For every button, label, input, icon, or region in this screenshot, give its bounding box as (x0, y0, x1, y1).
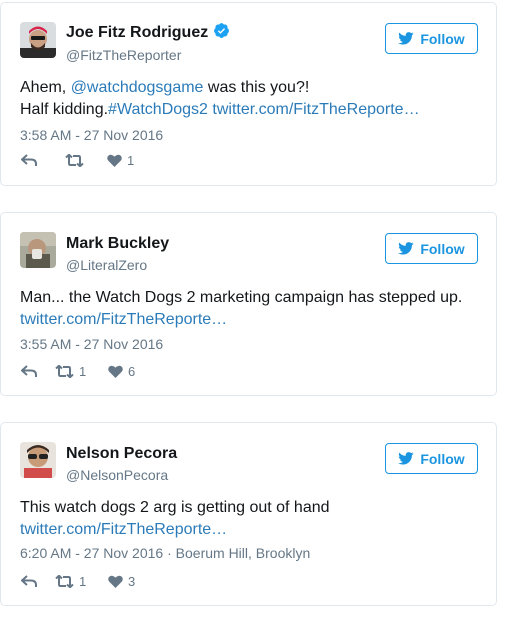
location-link[interactable]: Boerum Hill, Brooklyn (176, 545, 311, 561)
author-handle[interactable]: @FitzTheReporter (66, 47, 181, 63)
tweet-text-part: Ahem, (20, 79, 71, 96)
tweet-text-part: Half kidding. (20, 101, 109, 118)
tweet-actions: 1 3 (21, 574, 135, 589)
tweet-text-part: was this you?! (203, 79, 310, 96)
reply-button[interactable] (21, 575, 55, 588)
author-name[interactable]: Mark Buckley (66, 235, 169, 253)
like-count: 3 (128, 574, 136, 589)
like-icon (108, 365, 123, 378)
like-button[interactable]: 1 (107, 153, 134, 168)
like-button[interactable]: 3 (108, 574, 135, 589)
verified-badge-icon (214, 23, 230, 38)
tweet-actions: 1 (21, 153, 134, 168)
follow-button[interactable]: Follow (385, 443, 478, 474)
like-icon (107, 154, 122, 167)
retweet-count: 1 (79, 364, 87, 379)
timestamp[interactable]: 3:58 AM - 27 Nov 2016 (20, 127, 163, 143)
meta-separator: · (167, 545, 176, 561)
url-link[interactable]: twitter.com/FitzTheReporte… (208, 101, 419, 118)
reply-icon (21, 154, 37, 166)
retweet-button[interactable]: 1 (55, 364, 108, 379)
tweet-text-line: Man... the Watch Dogs 2 marketing campai… (20, 289, 463, 306)
twitter-bird-icon (398, 32, 414, 45)
retweet-icon (55, 575, 74, 588)
hashtag-link[interactable]: #WatchDogs2 (108, 101, 208, 118)
tweet-card: Mark Buckley @LiteralZero Follow Man... … (0, 212, 497, 396)
avatar[interactable] (20, 22, 56, 58)
mention-link[interactable]: @watchdogsgame (71, 79, 204, 96)
author-name[interactable]: Nelson Pecora (66, 445, 177, 463)
tweet-text-line: This watch dogs 2 arg is getting out of … (20, 499, 330, 516)
retweet-icon (65, 154, 84, 167)
author-handle[interactable]: @LiteralZero (66, 257, 147, 273)
twitter-bird-icon (398, 452, 414, 465)
tweet-meta: 6:20 AM - 27 Nov 2016 · Boerum Hill, Bro… (20, 545, 310, 561)
retweet-button[interactable]: 1 (55, 574, 108, 589)
follow-button[interactable]: Follow (385, 233, 478, 264)
retweet-count: 1 (79, 574, 87, 589)
author-name[interactable]: Joe Fitz Rodriguez (66, 22, 230, 42)
tweet-card: Joe Fitz Rodriguez @FitzTheReporter Foll… (0, 2, 497, 186)
author-name-text[interactable]: Joe Fitz Rodriguez (66, 24, 208, 41)
like-count: 6 (128, 364, 136, 379)
tweet-text: This watch dogs 2 arg is getting out of … (20, 497, 478, 541)
tweet-actions: 1 6 (21, 364, 135, 379)
tweet-card: Nelson Pecora @NelsonPecora Follow This … (0, 422, 497, 606)
follow-label: Follow (420, 450, 465, 467)
reply-icon (21, 575, 37, 587)
avatar[interactable] (20, 232, 56, 268)
reply-button[interactable] (21, 154, 65, 167)
url-link[interactable]: twitter.com/FitzTheReporte… (20, 311, 227, 328)
follow-label: Follow (420, 240, 465, 257)
retweet-button[interactable] (65, 154, 107, 167)
follow-label: Follow (420, 30, 465, 47)
tweet-text: Ahem, @watchdogsgame was this you?! Half… (20, 77, 478, 121)
avatar[interactable] (20, 442, 56, 478)
like-icon (108, 575, 123, 588)
reply-button[interactable] (21, 365, 55, 378)
timestamp[interactable]: 3:55 AM - 27 Nov 2016 (20, 336, 163, 352)
reply-icon (21, 365, 37, 377)
like-count: 1 (127, 153, 135, 168)
follow-button[interactable]: Follow (385, 23, 478, 54)
tweet-text: Man... the Watch Dogs 2 marketing campai… (20, 287, 478, 331)
url-link[interactable]: twitter.com/FitzTheReporte… (20, 521, 227, 538)
author-handle[interactable]: @NelsonPecora (66, 467, 168, 483)
retweet-icon (55, 365, 74, 378)
twitter-bird-icon (398, 242, 414, 255)
timestamp[interactable]: 6:20 AM - 27 Nov 2016 (20, 545, 163, 561)
like-button[interactable]: 6 (108, 364, 135, 379)
